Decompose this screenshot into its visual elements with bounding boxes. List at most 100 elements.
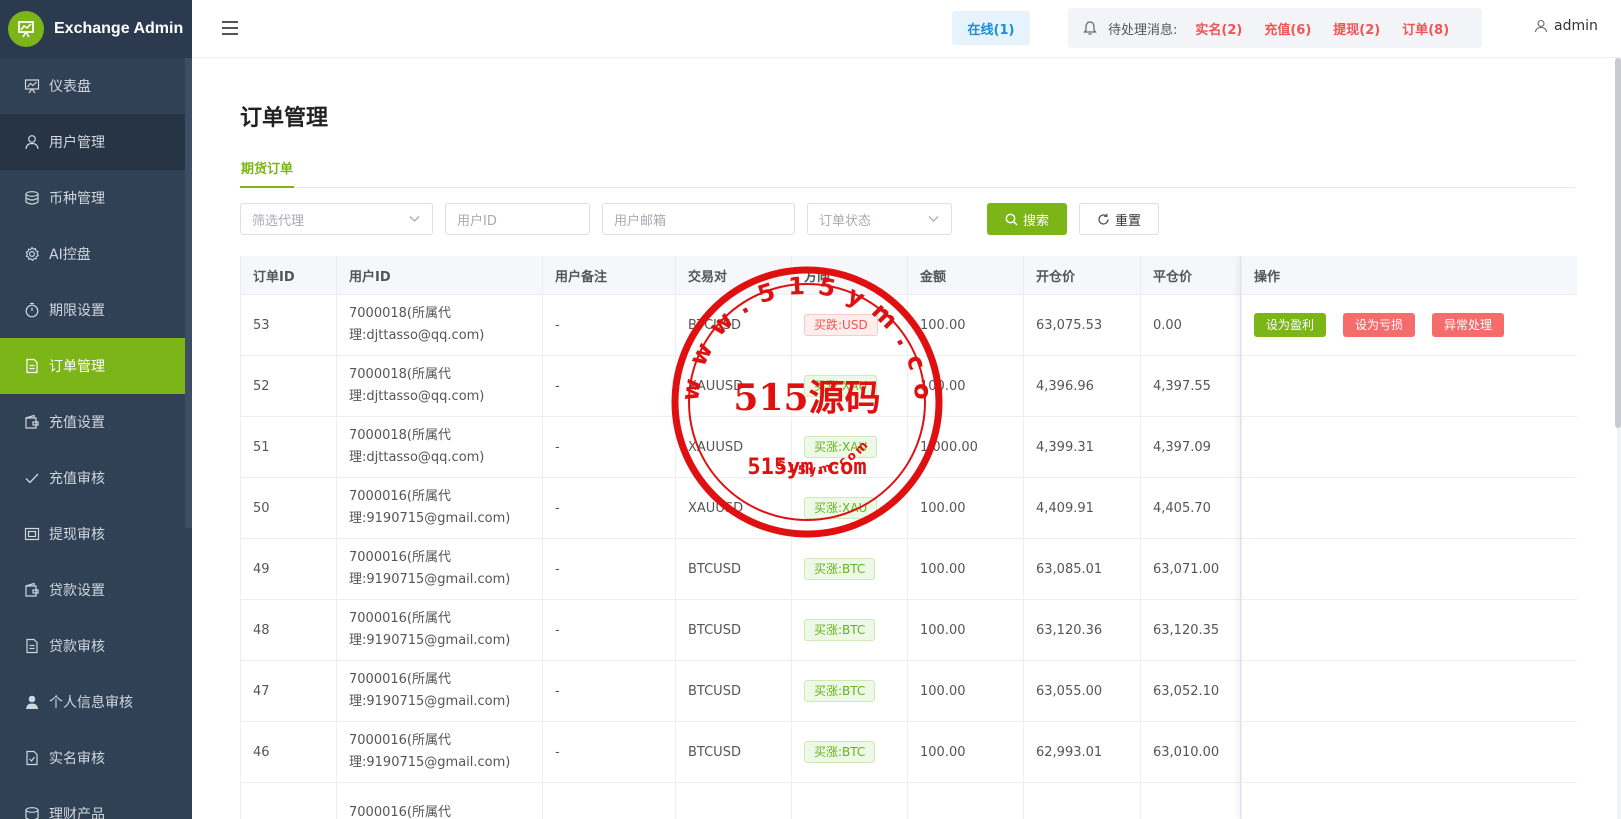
sidebar-item-1[interactable]: 用户管理: [0, 114, 192, 170]
online-count-button[interactable]: 在线(1): [952, 11, 1030, 45]
user-menu[interactable]: admin: [1534, 18, 1598, 34]
page-title: 订单管理: [240, 106, 329, 131]
page-scrollbar[interactable]: [1615, 58, 1621, 428]
search-button-label: 搜索: [1022, 213, 1049, 229]
sidebar-item-label: 贷款设置: [49, 583, 105, 599]
cell-amount: 100.00: [908, 722, 1024, 782]
logo-icon: [8, 11, 44, 47]
sidebar-item-4[interactable]: 期限设置: [0, 282, 192, 338]
sidebar-item-12[interactable]: 实名审核: [0, 730, 192, 786]
sidebar-item-13[interactable]: 理财产品: [0, 786, 192, 819]
sidebar-item-10[interactable]: 贷款审核: [0, 618, 192, 674]
set-loss-button[interactable]: 设为亏损: [1343, 313, 1416, 337]
cell-id: 53: [241, 295, 337, 355]
document-check-icon: [24, 750, 40, 766]
user-id-line: 7000016(所属代: [349, 611, 451, 626]
sidebar-item-11[interactable]: 个人信息审核: [0, 674, 192, 730]
cell-note: [543, 783, 676, 819]
cell-uid: 7000016(所属代 理:9190715@gmail.com): [337, 539, 543, 599]
logo[interactable]: Exchange Admin: [0, 0, 192, 58]
column-header: 用户备注: [543, 256, 676, 294]
column-header: 订单ID: [241, 256, 337, 294]
cell-id: 50: [241, 478, 337, 538]
direction-tag: 买涨:BTC: [804, 619, 876, 641]
cell-amount: 100.00: [908, 600, 1024, 660]
sidebar-item-9[interactable]: 贷款设置: [0, 562, 192, 618]
cell-note: -: [543, 722, 676, 782]
reset-button[interactable]: 重置: [1079, 203, 1159, 235]
user-agent-line: 理:djttasso@qq.com): [349, 450, 485, 465]
user-email-input[interactable]: 用户邮箱: [602, 203, 795, 235]
user-id-line: 7000016(所属代: [349, 550, 451, 565]
cell-uid: 7000016(所属代 理:9190715@gmail.com): [337, 478, 543, 538]
cell-id: 48: [241, 600, 337, 660]
cell-id: [241, 783, 337, 819]
menu-toggle-icon[interactable]: [222, 21, 238, 35]
pending-deposit-link[interactable]: 充值(6): [1264, 19, 1311, 38]
sidebar-scrollbar[interactable]: [185, 58, 192, 528]
cell-open: 4,399.31: [1024, 417, 1141, 477]
exception-button[interactable]: 异常处理: [1432, 313, 1505, 337]
cell-note: -: [543, 417, 676, 477]
cell-uid: 7000016(所属代: [337, 783, 543, 819]
pending-realname-link[interactable]: 实名(2): [1195, 19, 1242, 38]
order-status-placeholder: 订单状态: [819, 213, 872, 229]
sidebar-item-3[interactable]: AI控盘: [0, 226, 192, 282]
user-agent-line: 理:9190715@gmail.com): [349, 755, 511, 770]
pending-order-link[interactable]: 订单(8): [1402, 19, 1449, 38]
sidebar-item-5[interactable]: 订单管理: [0, 338, 192, 394]
column-header: 用户ID: [337, 256, 543, 294]
sidebar-item-8[interactable]: 提现审核: [0, 506, 192, 562]
sidebar-item-6[interactable]: 充值设置: [0, 394, 192, 450]
cell-note: -: [543, 539, 676, 599]
tab-futures-orders[interactable]: 期货订单: [240, 158, 295, 188]
agent-select[interactable]: 筛选代理: [240, 203, 433, 235]
cell-close: [1141, 783, 1241, 819]
order-status-select[interactable]: 订单状态: [807, 203, 952, 235]
tabs: 期货订单: [240, 158, 1575, 188]
sidebar-item-label: 提现审核: [49, 527, 105, 543]
actions-cell: [1242, 539, 1577, 600]
reset-button-label: 重置: [1114, 213, 1141, 229]
cell-pair: BTCUSD: [676, 722, 792, 782]
search-icon: [1005, 213, 1018, 225]
cell-pair: [676, 783, 792, 819]
person-icon: [24, 694, 40, 710]
cell-close: 0.00: [1141, 295, 1241, 355]
user-id-line: 7000016(所属代: [349, 805, 451, 819]
actions-header: 操作: [1242, 256, 1577, 295]
user-id-line: 7000018(所属代: [349, 367, 451, 382]
withdraw-icon: [24, 526, 40, 542]
user-id-input[interactable]: 用户ID: [445, 203, 590, 235]
user-id-line: 7000018(所属代: [349, 428, 451, 443]
pending-withdraw-link[interactable]: 提现(2): [1333, 19, 1380, 38]
cell-close: 4,397.55: [1141, 356, 1241, 416]
chevron-down-icon: [409, 216, 420, 222]
actions-cell: [1242, 417, 1577, 478]
coin-icon: [24, 190, 40, 206]
cell-amount: [908, 783, 1024, 819]
cell-close: 63,071.00: [1141, 539, 1241, 599]
cell-uid: 7000018(所属代理:djttasso@qq.com): [337, 417, 543, 477]
search-button[interactable]: 搜索: [987, 203, 1067, 235]
sidebar-item-7[interactable]: 充值审核: [0, 450, 192, 506]
sidebar-item-label: 仪表盘: [49, 79, 91, 95]
dashboard-icon: [24, 78, 40, 94]
user-id-line: 7000016(所属代: [349, 489, 451, 504]
cell-close: 4,397.09: [1141, 417, 1241, 477]
refresh-icon: [1098, 213, 1109, 225]
cell-open: 63,120.36: [1024, 600, 1141, 660]
top-header: 在线(1) 待处理消息: 实名(2) 充值(6) 提现(2) 订单(8) adm…: [192, 0, 1621, 58]
column-header: 平仓价: [1141, 256, 1241, 294]
user-id-line: 7000018(所属代: [349, 306, 451, 321]
set-profit-button[interactable]: 设为盈利: [1254, 313, 1327, 337]
sidebar-item-0[interactable]: 仪表盘: [0, 58, 192, 114]
cell-dir: 买涨:BTC: [792, 600, 908, 660]
sidebar-item-2[interactable]: 币种管理: [0, 170, 192, 226]
user-agent-line: 理:djttasso@qq.com): [349, 328, 485, 343]
cell-dir: 买涨:BTC: [792, 661, 908, 721]
sidebar-item-label: 实名审核: [49, 751, 105, 767]
username: admin: [1554, 18, 1598, 34]
user-id-placeholder: 用户ID: [457, 213, 497, 229]
user-agent-line: 理:9190715@gmail.com): [349, 633, 511, 648]
